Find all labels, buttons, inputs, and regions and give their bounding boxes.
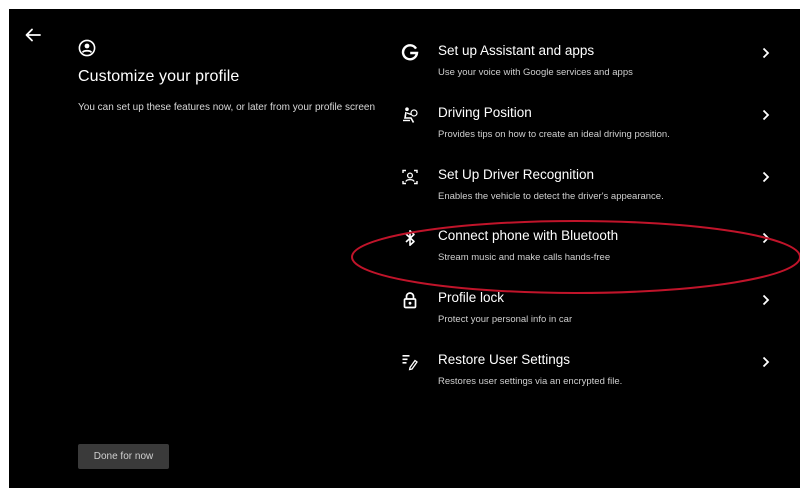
item-subtitle: Stream music and make calls hands-free xyxy=(438,252,611,264)
page-description: You can set up these features now, or la… xyxy=(78,102,376,113)
lock-icon xyxy=(398,288,422,312)
chevron-right-icon xyxy=(759,230,773,246)
item-title: Connect phone with Bluetooth xyxy=(438,228,619,244)
back-arrow-icon xyxy=(25,28,41,42)
chevron-right-icon xyxy=(759,45,773,61)
page-title: Customize your profile xyxy=(78,68,240,85)
chevron-right-icon xyxy=(759,354,773,370)
google-g-icon xyxy=(398,41,422,65)
item-subtitle: Restores user settings via an encrypted … xyxy=(438,375,623,387)
list-item-assistant[interactable]: Set up Assistant and apps Use your voice… xyxy=(389,37,789,99)
left-border xyxy=(0,9,9,488)
profile-avatar-icon xyxy=(78,39,96,57)
list-item-bluetooth[interactable]: Connect phone with Bluetooth Stream musi… xyxy=(389,222,789,284)
driver-seat-icon xyxy=(398,103,422,127)
item-title: Set up Assistant and apps xyxy=(438,43,595,58)
done-for-now-button[interactable]: Done for now xyxy=(78,444,169,469)
face-scan-icon xyxy=(398,165,422,189)
profile-customization-screen: Customize your profile You can set up th… xyxy=(9,9,800,488)
list-item-driver-recognition[interactable]: Set Up Driver Recognition Enables the ve… xyxy=(389,161,789,223)
chevron-right-icon xyxy=(759,292,773,308)
item-title: Set Up Driver Recognition xyxy=(438,166,595,182)
list-item-driving-position[interactable]: Driving Position Provides tips on how to… xyxy=(389,99,789,161)
item-title: Driving Position xyxy=(438,104,532,120)
list-item-profile-lock[interactable]: Profile lock Protect your personal info … xyxy=(389,284,789,346)
settings-list: Set up Assistant and apps Use your voice… xyxy=(389,37,789,408)
item-title: Restore User Settings xyxy=(438,351,571,367)
item-subtitle: Provides tips on how to create an ideal … xyxy=(438,128,670,140)
item-subtitle: Enables the vehicle to detect the driver… xyxy=(438,190,664,202)
chevron-right-icon xyxy=(759,169,773,185)
chevron-right-icon xyxy=(759,107,773,123)
item-subtitle: Protect your personal info in car xyxy=(438,314,573,326)
item-subtitle: Use your voice with Google services and … xyxy=(438,67,633,78)
bluetooth-icon xyxy=(398,226,422,250)
restore-settings-icon xyxy=(398,350,422,374)
top-border xyxy=(0,0,800,9)
back-button[interactable] xyxy=(21,23,45,47)
item-title: Profile lock xyxy=(438,290,505,306)
list-item-restore-settings[interactable]: Restore User Settings Restores user sett… xyxy=(389,346,789,408)
